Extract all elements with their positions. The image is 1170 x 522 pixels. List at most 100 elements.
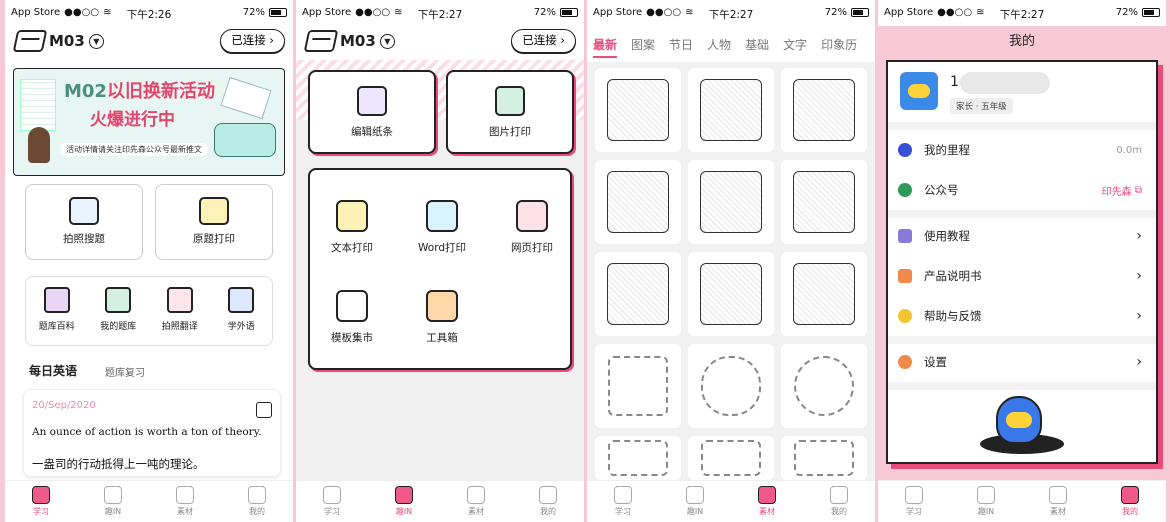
tab-mine[interactable]: 我的 — [1094, 481, 1166, 522]
menu-row-tutorial[interactable]: 使用教程 › — [888, 216, 1156, 256]
tool-my-question-bank[interactable]: 我的题库 — [88, 277, 150, 345]
material-camera[interactable] — [688, 160, 774, 244]
menu-row-mileage[interactable]: 我的里程 0.0m — [888, 130, 1156, 170]
device-selector[interactable]: M03 ▼ — [303, 30, 395, 52]
material-polaroid-camera[interactable] — [595, 68, 681, 152]
material-frame-ornate-3[interactable] — [781, 436, 867, 480]
tab-study[interactable]: 学习 — [587, 481, 659, 522]
chevron-down-icon: ▼ — [88, 33, 104, 49]
status-bar: App Store ●●○○ ≋ 下午2:27 72% — [878, 0, 1166, 26]
category-tab-text[interactable]: 文字 — [783, 36, 807, 58]
tab-label: 趣IN — [395, 507, 413, 516]
promo-banner[interactable]: M02以旧换新活动 火爆进行中 活动详情请关注印先森公众号最新推文 — [13, 68, 285, 176]
category-tab-basic[interactable]: 基础 — [745, 36, 769, 58]
tab-mine[interactable]: 我的 — [221, 481, 293, 522]
tab-fun[interactable]: 趣IN — [368, 481, 440, 522]
manual-icon — [898, 269, 912, 283]
account-name: 印先森 — [1101, 186, 1132, 198]
material-sewing-machine[interactable] — [595, 252, 681, 336]
original-print-label: 原题打印 — [193, 233, 235, 245]
copy-icon[interactable]: ⧉ — [1132, 185, 1142, 196]
original-print-card[interactable]: 原题打印 — [155, 184, 273, 260]
material-telephone[interactable] — [688, 252, 774, 336]
tab-material[interactable]: 素材 — [731, 481, 803, 522]
paper-illustration — [20, 79, 56, 131]
tool-photo-translate[interactable]: 拍照翻译 — [149, 277, 211, 345]
screen-study: App Store ●●○○ ≋ 下午2:26 72% M03 ▼ 已连接 › M0… — [5, 0, 293, 522]
toolbox-button[interactable]: 工具箱 — [402, 290, 482, 345]
tab-study[interactable]: 学习 — [296, 481, 368, 522]
device-selector[interactable]: M03 ▼ — [12, 30, 104, 52]
tab-fun[interactable]: 趣IN — [77, 481, 149, 522]
connection-status-button[interactable]: 已连接 › — [220, 29, 285, 53]
category-tab-holiday[interactable]: 节日 — [669, 36, 693, 58]
book-icon — [32, 486, 50, 504]
menu-row-manual[interactable]: 产品说明书 › — [888, 256, 1156, 296]
material-coffee-grinder[interactable] — [781, 160, 867, 244]
tab-fun[interactable]: 趣IN — [659, 481, 731, 522]
username[interactable]: 1 — [950, 74, 959, 90]
tab-material[interactable]: 素材 — [1022, 481, 1094, 522]
tab-mine[interactable]: 我的 — [512, 481, 584, 522]
material-frame-ornate-1[interactable] — [595, 436, 681, 480]
template-market-button[interactable]: 模板集市 — [312, 290, 392, 345]
chevron-right-icon: › — [1136, 308, 1142, 324]
battery-label: 72% — [1115, 7, 1138, 18]
tab-mine[interactable]: 我的 — [803, 481, 875, 522]
tab-label: 趣IN — [104, 507, 122, 516]
menu-row-help[interactable]: 帮助与反馈 › — [888, 296, 1156, 336]
device-name: M03 — [49, 32, 85, 50]
frame-icon — [608, 440, 668, 476]
connection-status-button[interactable]: 已连接 › — [511, 29, 576, 53]
book-icon — [323, 486, 341, 504]
connection-status-label: 已连接 — [522, 33, 557, 47]
smile-icon — [977, 486, 995, 504]
star-icon — [176, 486, 194, 504]
print-sentence-icon[interactable] — [256, 402, 272, 418]
material-umbrella-flowers[interactable] — [781, 68, 867, 152]
photo-search-label: 拍照搜题 — [63, 233, 105, 245]
category-tab-pattern[interactable]: 图案 — [631, 36, 655, 58]
material-frame-rect[interactable] — [595, 344, 681, 428]
category-tab-people[interactable]: 人物 — [707, 36, 731, 58]
settings-gear-icon — [898, 355, 912, 369]
web-print-button[interactable]: 网页打印 — [492, 200, 572, 255]
material-frame-crown[interactable] — [688, 344, 774, 428]
tab-label: 我的 — [540, 507, 556, 516]
tab-fun[interactable]: 趣IN — [950, 481, 1022, 522]
word-print-button[interactable]: Word打印 — [402, 200, 482, 255]
edit-note-label: 编辑纸条 — [351, 126, 393, 138]
menu-row-official-account[interactable]: 公众号 印先森 ⧉ — [888, 170, 1156, 210]
text-print-button[interactable]: 文本打印 — [312, 200, 392, 255]
tab-label: 我的 — [1122, 507, 1138, 516]
tab-study[interactable]: 学习 — [5, 481, 77, 522]
material-lantern[interactable] — [688, 68, 774, 152]
material-frame-ornate-2[interactable] — [688, 436, 774, 480]
avatar[interactable] — [900, 72, 938, 110]
photo-search-card[interactable]: 拍照搜题 — [25, 184, 143, 260]
category-tab-calendar[interactable]: 印象历 — [821, 36, 857, 58]
tool-learn-language[interactable]: 学外语 — [211, 277, 273, 345]
image-print-label: 图片打印 — [489, 126, 531, 138]
category-tab-latest[interactable]: 最新 — [593, 36, 618, 58]
material-frame-oval[interactable] — [781, 344, 867, 428]
image-print-button[interactable]: 图片打印 — [446, 70, 574, 154]
daily-english-title[interactable]: 每日英语 — [29, 362, 77, 379]
tab-material[interactable]: 素材 — [440, 481, 512, 522]
status-bar: App Store ●●○○ ≋ 下午2:27 72% — [587, 0, 875, 26]
edit-note-button[interactable]: 编辑纸条 — [308, 70, 436, 154]
menu-row-settings[interactable]: 设置 › — [888, 342, 1156, 382]
question-bank-icon — [105, 287, 132, 313]
monitor-icon — [516, 200, 548, 232]
tool-question-encyclopedia[interactable]: 题库百科 — [26, 277, 88, 345]
tab-study[interactable]: 学习 — [878, 481, 950, 522]
lantern-icon — [700, 79, 762, 141]
material-crown[interactable] — [595, 160, 681, 244]
image-icon — [495, 86, 525, 116]
review-tab[interactable]: 题库复习 — [105, 364, 145, 379]
print-tools-panel: 文本打印 Word打印 网页打印 模板集市 工具箱 — [308, 168, 572, 370]
tab-material[interactable]: 素材 — [149, 481, 221, 522]
tool-label: Word打印 — [418, 242, 466, 254]
material-hourglass[interactable] — [781, 252, 867, 336]
tab-label: 学习 — [615, 507, 631, 516]
